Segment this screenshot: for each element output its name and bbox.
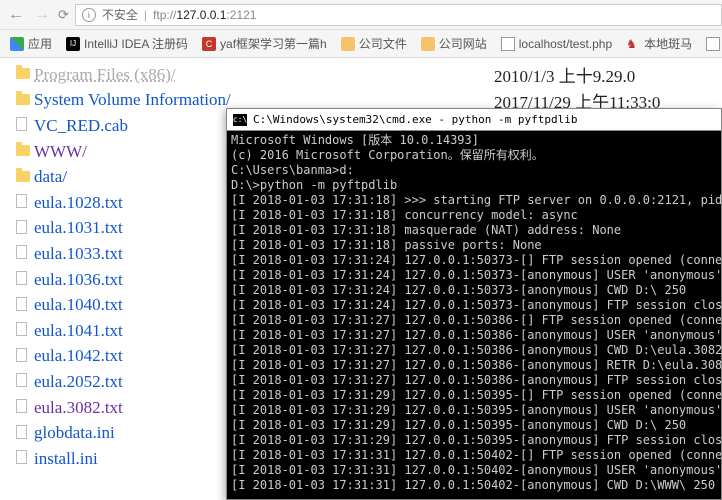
listing-row: Program Files (x86)/ 2010/1/3 上十9.29.0	[16, 62, 722, 88]
forward-button[interactable]: →	[34, 6, 50, 24]
cmd-line: D:\>python -m pyftpdlib	[231, 178, 717, 193]
file-link[interactable]: Program Files (x86)/	[34, 65, 374, 85]
bookmark-intellij[interactable]: IJIntelliJ IDEA 注册码	[66, 35, 188, 52]
file-icon	[16, 245, 27, 259]
cmd-line: [I 2018-01-03 17:31:27] 127.0.0.1:50386-…	[231, 343, 717, 358]
cmd-line: Microsoft Windows [版本 10.0.14393]	[231, 133, 717, 148]
apps-shortcut[interactable]: 应用	[10, 35, 52, 52]
cmd-line: [I 2018-01-03 17:31:31] 127.0.0.1:50402-…	[231, 463, 717, 478]
cmd-line: [I 2018-01-03 17:31:24] 127.0.0.1:50373-…	[231, 298, 717, 313]
cmd-line: [I 2018-01-03 17:31:31] 127.0.0.1:50402-…	[231, 448, 717, 463]
cmd-line: [I 2018-01-03 17:31:29] 127.0.0.1:50395-…	[231, 403, 717, 418]
url-text: ftp://127.0.0.1:2121	[153, 8, 256, 22]
folder-icon	[16, 145, 30, 156]
file-icon	[16, 348, 27, 362]
cmd-titlebar[interactable]: c:\ C:\Windows\system32\cmd.exe - python…	[227, 109, 721, 131]
csdn-icon: C	[202, 37, 216, 51]
file-icon	[16, 271, 27, 285]
file-icon	[16, 194, 27, 208]
cmd-line: [I 2018-01-03 17:31:29] 127.0.0.1:50395-…	[231, 388, 717, 403]
cmd-icon: c:\	[233, 114, 247, 126]
cmd-line: [I 2018-01-03 17:31:24] 127.0.0.1:50373-…	[231, 268, 717, 283]
cmd-title-text: C:\Windows\system32\cmd.exe - python -m …	[253, 113, 578, 126]
cmd-line: [I 2018-01-03 17:31:18] concurrency mode…	[231, 208, 717, 223]
bookmark-amaze[interactable]: Amaze U	[706, 37, 722, 51]
back-button[interactable]: ←	[8, 6, 24, 24]
cmd-line: (c) 2016 Microsoft Corporation。保留所有权利。	[231, 148, 717, 163]
browser-toolbar: ← → ⟳ i 不安全 | ftp://127.0.0.1:2121	[0, 0, 722, 30]
address-bar[interactable]: i 不安全 | ftp://127.0.0.1:2121	[75, 4, 722, 26]
cmd-line: [I 2018-01-03 17:31:27] 127.0.0.1:50386-…	[231, 373, 717, 388]
cmd-line: [I 2018-01-03 17:31:27] 127.0.0.1:50386-…	[231, 328, 717, 343]
file-icon	[16, 450, 27, 464]
file-icon	[16, 297, 27, 311]
file-icon	[16, 373, 27, 387]
apps-icon	[10, 37, 24, 51]
file-icon	[16, 220, 27, 234]
cmd-line: [I 2018-01-03 17:31:29] 127.0.0.1:50395-…	[231, 418, 717, 433]
file-icon	[16, 117, 27, 131]
divider: |	[144, 8, 147, 22]
cmd-line: [I 2018-01-03 17:31:18] >>> starting FTP…	[231, 193, 717, 208]
cmd-line: C:\Users\banma>d:	[231, 163, 717, 178]
folder-icon	[16, 171, 30, 182]
bookmarks-bar: 应用 IJIntelliJ IDEA 注册码 Cyaf框架学习第一篇h 公司文件…	[0, 30, 722, 58]
file-icon	[16, 399, 27, 413]
folder-icon	[16, 68, 30, 79]
nav-arrows: ← →	[0, 6, 58, 24]
page-icon	[706, 37, 720, 51]
file-icon	[16, 425, 27, 439]
cmd-line: [I 2018-01-03 17:31:27] 127.0.0.1:50386-…	[231, 313, 717, 328]
cmd-line: [I 2018-01-03 17:31:24] 127.0.0.1:50373-…	[231, 253, 717, 268]
cmd-line: [I 2018-01-03 17:31:18] masquerade (NAT)…	[231, 223, 717, 238]
file-date: 2010/1/3 上十9.29.0	[464, 62, 635, 87]
reload-button[interactable]: ⟳	[58, 7, 69, 23]
security-label: 不安全	[102, 6, 138, 23]
bookmark-company-site[interactable]: 公司网站	[421, 35, 487, 52]
bookmark-localhost[interactable]: localhost/test.php	[501, 37, 612, 51]
folder-icon	[341, 37, 355, 51]
cmd-line: [I 2018-01-03 17:31:24] 127.0.0.1:50373-…	[231, 283, 717, 298]
intellij-icon: IJ	[66, 37, 80, 51]
cmd-output[interactable]: Microsoft Windows [版本 10.0.14393](c) 201…	[227, 131, 721, 497]
cmd-window[interactable]: c:\ C:\Windows\system32\cmd.exe - python…	[226, 108, 722, 500]
folder-icon	[16, 94, 30, 105]
cmd-line: [I 2018-01-03 17:31:18] passive ports: N…	[231, 238, 717, 253]
file-icon	[16, 322, 27, 336]
page-icon	[501, 37, 515, 51]
cmd-line: [I 2018-01-03 17:31:31] 127.0.0.1:50402-…	[231, 478, 717, 493]
bookmark-company-docs[interactable]: 公司文件	[341, 35, 407, 52]
horse-icon: ♞	[626, 37, 640, 51]
bookmark-local-horse[interactable]: ♞本地斑马	[626, 35, 692, 52]
folder-icon	[421, 37, 435, 51]
info-icon[interactable]: i	[82, 8, 96, 22]
cmd-line: [I 2018-01-03 17:31:27] 127.0.0.1:50386-…	[231, 358, 717, 373]
cmd-line: [I 2018-01-03 17:31:29] 127.0.0.1:50395-…	[231, 433, 717, 448]
bookmark-yaf[interactable]: Cyaf框架学习第一篇h	[202, 35, 327, 52]
